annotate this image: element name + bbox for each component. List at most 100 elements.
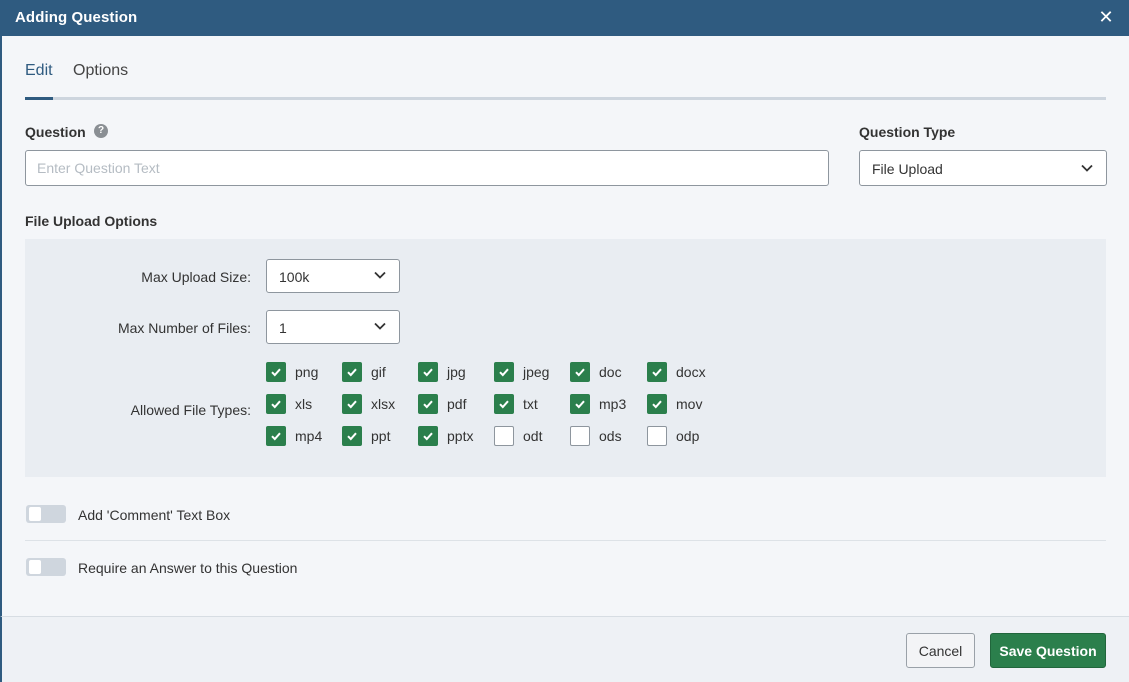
chevron-down-icon bbox=[1081, 164, 1093, 172]
comment-toggle-label: Add 'Comment' Text Box bbox=[78, 507, 231, 523]
check-icon bbox=[575, 400, 585, 409]
question-type-label: Question Type bbox=[859, 124, 956, 140]
chevron-down-icon bbox=[374, 322, 386, 330]
checkbox-checked-icon bbox=[266, 426, 286, 446]
checkbox-checked-icon bbox=[342, 394, 362, 414]
checkbox-checked-icon bbox=[418, 362, 438, 382]
question-label: Question bbox=[25, 124, 86, 140]
filetype-label: ppt bbox=[371, 428, 391, 444]
tab-bar: Edit Options bbox=[25, 62, 1106, 100]
filetype-checkbox-jpg[interactable]: jpg bbox=[418, 362, 466, 382]
checkbox-checked-icon bbox=[342, 426, 362, 446]
filetype-label: gif bbox=[371, 364, 386, 380]
max-files-label: Max Number of Files: bbox=[117, 320, 251, 336]
filetype-checkbox-jpeg[interactable]: jpeg bbox=[494, 362, 549, 382]
allowed-file-types-label: Allowed File Types: bbox=[130, 402, 251, 418]
max-upload-size-select[interactable]: 100k bbox=[266, 259, 400, 293]
filetype-label: odt bbox=[523, 428, 543, 444]
dialog-title: Adding Question bbox=[15, 9, 138, 26]
filetype-label: xlsx bbox=[371, 396, 396, 412]
toggle-knob bbox=[29, 560, 41, 574]
filetype-checkbox-ppt[interactable]: ppt bbox=[342, 426, 390, 446]
checkbox-checked-icon bbox=[418, 394, 438, 414]
filetype-checkbox-odp[interactable]: odp bbox=[647, 426, 699, 446]
filetype-checkbox-doc[interactable]: doc bbox=[570, 362, 622, 382]
filetype-label: doc bbox=[599, 364, 622, 380]
filetype-checkbox-png[interactable]: png bbox=[266, 362, 318, 382]
chevron-down-icon bbox=[374, 271, 386, 279]
tab-edit[interactable]: Edit bbox=[25, 62, 53, 80]
filetype-label: png bbox=[295, 364, 319, 380]
filetype-label: xls bbox=[295, 396, 313, 412]
check-icon bbox=[575, 368, 585, 377]
filetype-label: pdf bbox=[447, 396, 467, 412]
checkbox-checked-icon bbox=[266, 362, 286, 382]
filetype-label: jpeg bbox=[523, 364, 550, 380]
filetype-checkbox-mov[interactable]: mov bbox=[647, 394, 702, 414]
tab-active-indicator bbox=[25, 97, 53, 100]
checkbox-checked-icon bbox=[418, 426, 438, 446]
filetype-checkbox-docx[interactable]: docx bbox=[647, 362, 706, 382]
checkbox-checked-icon bbox=[494, 362, 514, 382]
check-icon bbox=[271, 400, 281, 409]
checkbox-checked-icon bbox=[570, 394, 590, 414]
checkbox-checked-icon bbox=[647, 362, 667, 382]
tab-options[interactable]: Options bbox=[73, 62, 128, 80]
filetype-label: docx bbox=[676, 364, 706, 380]
filetype-label: txt bbox=[523, 396, 538, 412]
comment-toggle[interactable] bbox=[26, 505, 66, 523]
check-icon bbox=[423, 400, 433, 409]
filetype-label: jpg bbox=[447, 364, 466, 380]
question-input[interactable] bbox=[25, 150, 829, 186]
checkbox-unchecked-icon bbox=[494, 426, 514, 446]
filetype-checkbox-xls[interactable]: xls bbox=[266, 394, 312, 414]
max-files-value: 1 bbox=[279, 320, 287, 336]
checkbox-checked-icon bbox=[266, 394, 286, 414]
check-icon bbox=[347, 368, 357, 377]
max-files-select[interactable]: 1 bbox=[266, 310, 400, 344]
filetype-label: ods bbox=[599, 428, 622, 444]
max-upload-size-value: 100k bbox=[279, 269, 310, 285]
check-icon bbox=[347, 432, 357, 441]
checkbox-checked-icon bbox=[647, 394, 667, 414]
filetype-checkbox-mp3[interactable]: mp3 bbox=[570, 394, 626, 414]
question-type-select[interactable]: File Upload bbox=[859, 150, 1107, 186]
check-icon bbox=[423, 368, 433, 377]
checkbox-checked-icon bbox=[570, 362, 590, 382]
help-icon[interactable]: ? bbox=[94, 124, 108, 138]
checkbox-unchecked-icon bbox=[570, 426, 590, 446]
checkbox-unchecked-icon bbox=[647, 426, 667, 446]
filetype-checkbox-ods[interactable]: ods bbox=[570, 426, 622, 446]
check-icon bbox=[499, 400, 509, 409]
filetype-checkbox-mp4[interactable]: mp4 bbox=[266, 426, 322, 446]
cancel-button[interactable]: Cancel bbox=[906, 633, 975, 668]
check-icon bbox=[423, 432, 433, 441]
filetype-label: odp bbox=[676, 428, 700, 444]
max-upload-size-label: Max Upload Size: bbox=[141, 269, 251, 285]
check-icon bbox=[499, 368, 509, 377]
dialog-titlebar: Adding Question ✕ bbox=[0, 0, 1129, 36]
checkbox-checked-icon bbox=[494, 394, 514, 414]
require-answer-toggle-label: Require an Answer to this Question bbox=[78, 560, 298, 576]
divider bbox=[25, 540, 1106, 541]
tab-bar-divider bbox=[25, 97, 1106, 100]
save-question-button[interactable]: Save Question bbox=[990, 633, 1106, 668]
filetype-checkbox-xlsx[interactable]: xlsx bbox=[342, 394, 395, 414]
filetype-checkbox-gif[interactable]: gif bbox=[342, 362, 386, 382]
filetype-checkbox-pptx[interactable]: pptx bbox=[418, 426, 473, 446]
checkbox-checked-icon bbox=[342, 362, 362, 382]
check-icon bbox=[271, 432, 281, 441]
filetype-label: pptx bbox=[447, 428, 474, 444]
filetype-checkbox-pdf[interactable]: pdf bbox=[418, 394, 466, 414]
close-icon[interactable]: ✕ bbox=[1095, 6, 1117, 28]
check-icon bbox=[271, 368, 281, 377]
file-upload-options-label: File Upload Options bbox=[25, 213, 158, 229]
question-type-value: File Upload bbox=[872, 161, 943, 177]
check-icon bbox=[347, 400, 357, 409]
filetype-label: mp4 bbox=[295, 428, 323, 444]
check-icon bbox=[652, 400, 662, 409]
filetype-checkbox-odt[interactable]: odt bbox=[494, 426, 542, 446]
require-answer-toggle[interactable] bbox=[26, 558, 66, 576]
filetype-checkbox-txt[interactable]: txt bbox=[494, 394, 538, 414]
check-icon bbox=[652, 368, 662, 377]
